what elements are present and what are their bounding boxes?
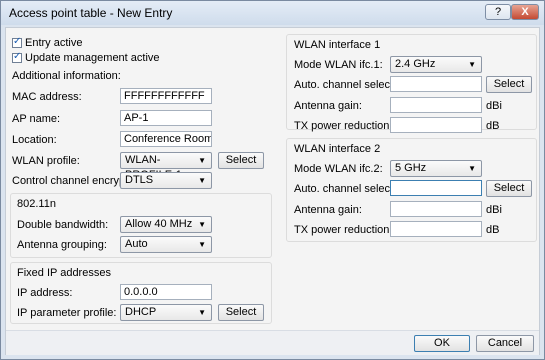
entry-active-label: Entry active <box>25 37 83 49</box>
antenna-gain-2-input[interactable] <box>390 201 482 217</box>
ip-address-input[interactable]: 0.0.0.0 <box>120 284 212 300</box>
mode-wlan-ifc2-label: Mode WLAN ifc.2: <box>294 163 383 175</box>
chevron-down-icon: ▼ <box>198 156 206 165</box>
ip-address-label: IP address: <box>17 287 73 299</box>
ap-name-label: AP name: <box>12 113 61 125</box>
group-80211n-title: 802.11n <box>17 198 56 210</box>
chevron-down-icon: ▼ <box>198 308 206 317</box>
update-management-label: Update management active <box>25 52 160 64</box>
dialog-window: Access point table - New Entry ? X ✓ Ent… <box>0 0 545 360</box>
chevron-down-icon: ▼ <box>468 164 476 173</box>
antenna-gain-1-label: Antenna gain: <box>294 100 362 112</box>
antenna-grouping-label: Antenna grouping: <box>17 239 107 251</box>
control-channel-encryption-select[interactable]: DTLS ▼ <box>120 172 212 189</box>
mode-wlan-ifc2-value: 5 GHz <box>395 162 427 174</box>
antenna-gain-1-unit: dBi <box>486 100 502 112</box>
tx-power-reduction-1-input[interactable] <box>390 117 482 133</box>
window-title: Access point table - New Entry <box>9 6 173 20</box>
wlan-interface-1-title: WLAN interface 1 <box>294 39 381 51</box>
ok-button[interactable]: OK <box>414 335 470 352</box>
wlan-interface-2-title: WLAN interface 2 <box>294 143 381 155</box>
auto-channel-selection-2-input[interactable] <box>390 180 482 196</box>
mode-wlan-ifc1-value: 2.4 GHz <box>395 58 436 70</box>
double-bandwidth-select[interactable]: Allow 40 MHz ▼ <box>120 216 212 233</box>
chevron-down-icon: ▼ <box>468 60 476 69</box>
antenna-gain-1-input[interactable] <box>390 97 482 113</box>
mode-wlan-ifc1-label: Mode WLAN ifc.1: <box>294 59 383 71</box>
antenna-gain-2-unit: dBi <box>486 204 502 216</box>
location-input[interactable]: Conference Room <box>120 131 212 147</box>
dialog-content: ✓ Entry active ✓ Update management activ… <box>5 27 540 355</box>
help-button[interactable]: ? <box>485 4 511 20</box>
mode-wlan-ifc1-select[interactable]: 2.4 GHz ▼ <box>390 56 482 73</box>
wlan-profile-label: WLAN profile: <box>12 155 80 167</box>
auto-channel-selection-2-select-button[interactable]: Select <box>486 180 532 197</box>
chevron-down-icon: ▼ <box>198 240 206 249</box>
mac-address-label: MAC address: <box>12 91 82 103</box>
check-icon: ✓ <box>13 51 22 62</box>
tx-power-reduction-1-unit: dB <box>486 120 500 132</box>
double-bandwidth-label: Double bandwidth: <box>17 219 109 231</box>
chevron-down-icon: ▼ <box>198 176 206 185</box>
mac-address-input[interactable]: FFFFFFFFFFFF <box>120 88 212 104</box>
dialog-footer: OK Cancel <box>6 330 539 355</box>
ip-parameter-profile-select-button[interactable]: Select <box>218 304 264 321</box>
tx-power-reduction-2-input[interactable] <box>390 221 482 237</box>
tx-power-reduction-2-label: TX power reduction: <box>294 224 393 236</box>
antenna-grouping-select[interactable]: Auto ▼ <box>120 236 212 253</box>
auto-channel-selection-1-input[interactable] <box>390 76 482 92</box>
mode-wlan-ifc2-select[interactable]: 5 GHz ▼ <box>390 160 482 177</box>
antenna-grouping-value: Auto <box>125 238 148 250</box>
antenna-gain-2-label: Antenna gain: <box>294 204 362 216</box>
tx-power-reduction-1-label: TX power reduction: <box>294 120 393 132</box>
additional-info-label: Additional information: <box>12 70 121 82</box>
entry-active-checkbox[interactable]: ✓ <box>12 36 22 48</box>
ip-parameter-profile-label: IP parameter profile: <box>17 307 117 319</box>
group-fixed-ip-title: Fixed IP addresses <box>17 267 111 279</box>
ip-parameter-profile-select[interactable]: DHCP ▼ <box>120 304 212 321</box>
check-icon: ✓ <box>13 36 22 47</box>
cancel-button[interactable]: Cancel <box>476 335 534 352</box>
control-channel-encryption-value: DTLS <box>125 174 154 186</box>
ip-parameter-profile-value: DHCP <box>125 306 157 318</box>
auto-channel-selection-1-select-button[interactable]: Select <box>486 76 532 93</box>
chevron-down-icon: ▼ <box>198 220 206 229</box>
wlan-profile-select-button[interactable]: Select <box>218 152 264 169</box>
wlan-profile-select[interactable]: WLAN-PROFILE-1 ▼ <box>120 152 212 181</box>
location-label: Location: <box>12 134 57 146</box>
ap-name-input[interactable]: AP-1 <box>120 110 212 126</box>
double-bandwidth-value: Allow 40 MHz <box>125 218 193 230</box>
tx-power-reduction-2-unit: dB <box>486 224 500 236</box>
update-management-checkbox[interactable]: ✓ <box>12 51 22 63</box>
close-button[interactable]: X <box>511 4 539 20</box>
title-bar: Access point table - New Entry ? X <box>1 1 544 25</box>
